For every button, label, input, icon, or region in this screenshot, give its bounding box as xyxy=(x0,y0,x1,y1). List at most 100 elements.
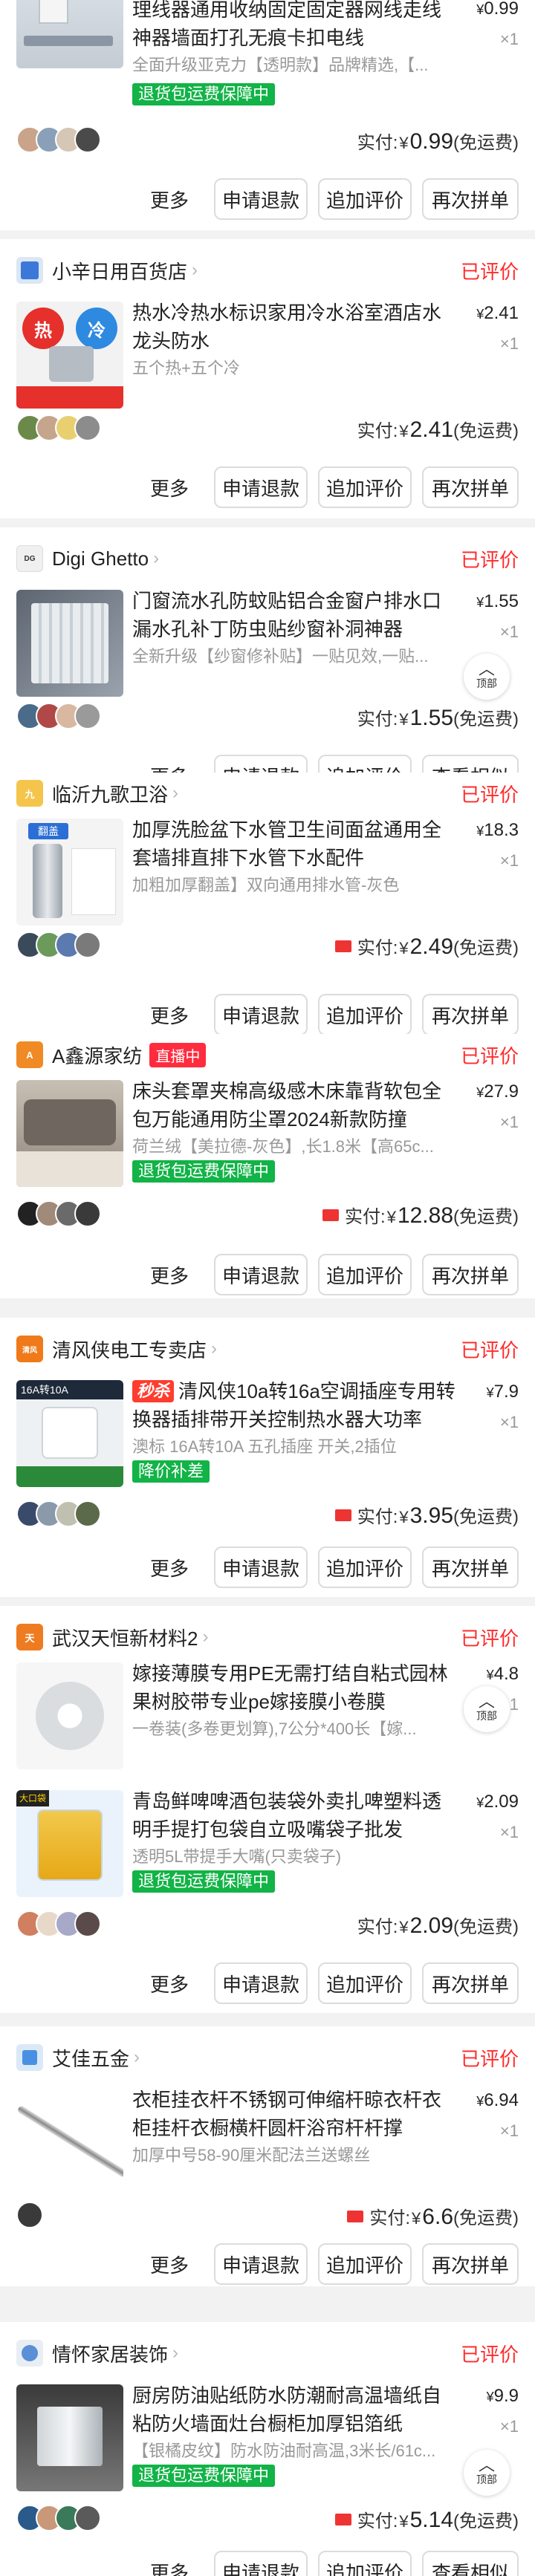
product-spec: 一卷装(多卷更划算),7公分*400长【嫁... xyxy=(132,1720,417,1738)
add-review-button[interactable]: 追加评价 xyxy=(318,178,412,220)
request-refund-button[interactable]: 申请退款 xyxy=(214,2551,308,2576)
group-avatars xyxy=(16,414,101,444)
product-title[interactable]: 理线器通用收纳固定固定器网线走线神器墙面打孔无痕卡扣电线 xyxy=(132,0,459,52)
request-refund-button[interactable]: 申请退款 xyxy=(214,466,308,508)
reorder-button[interactable]: 再次拼单 xyxy=(422,994,519,1035)
product-thumbnail[interactable]: 热 冷 xyxy=(16,302,123,409)
chevron-right-icon: › xyxy=(202,1627,209,1647)
shop-header[interactable]: A A鑫源家纺 直播中 已评价 xyxy=(16,1034,519,1076)
product-spec: 澳标 16A转10A 五孔插座 开关,2插位 xyxy=(132,1437,397,1456)
reorder-button[interactable]: 再次拼单 xyxy=(422,1254,519,1295)
unit-price: ¥27.9 xyxy=(476,1082,519,1102)
unit-price: ¥9.9 xyxy=(486,2386,519,2406)
add-review-button[interactable]: 追加评价 xyxy=(318,2243,412,2285)
back-to-top-button[interactable]: ︿ 顶部 xyxy=(464,1686,510,1732)
product-thumbnail[interactable] xyxy=(16,1662,123,1769)
product-thumbnail[interactable] xyxy=(16,2089,123,2196)
request-refund-button[interactable]: 申请退款 xyxy=(214,1546,308,1588)
order-status: 已评价 xyxy=(460,1044,519,1067)
product-title[interactable]: 秒杀 清风侠10a转16a空调插座专用转换器插排带开关控制热水器大功率 xyxy=(132,1377,459,1434)
product-title[interactable]: 嫁接薄膜专用PE无需打结自粘式园林果树胶带专业pe嫁接膜小卷膜 xyxy=(132,1659,459,1716)
more-button[interactable]: 更多 xyxy=(135,2243,204,2285)
chevron-right-icon: › xyxy=(153,548,160,568)
add-review-button[interactable]: 追加评价 xyxy=(318,466,412,508)
product-thumbnail[interactable] xyxy=(16,0,123,68)
product-thumbnail[interactable]: 翻盖 xyxy=(16,819,123,926)
request-refund-button[interactable]: 申请退款 xyxy=(214,994,308,1035)
product-title[interactable]: 门窗流水孔防蚊贴铝合金窗户排水口漏水孔补丁防虫贴纱窗补洞神器 xyxy=(132,587,459,643)
product-thumbnail[interactable]: 16A转10A xyxy=(16,1380,123,1487)
live-badge[interactable]: 直播中 xyxy=(149,1042,207,1067)
group-avatars xyxy=(16,1910,101,1940)
group-avatars xyxy=(16,126,101,156)
red-packet-icon xyxy=(347,2211,364,2222)
more-button[interactable]: 更多 xyxy=(135,1254,204,1295)
request-refund-button[interactable]: 申请退款 xyxy=(214,1254,308,1295)
product-title[interactable]: 厨房防油贴纸防水防潮耐高温墙纸自粘防火墙面灶台橱柜加厚铝箔纸 xyxy=(132,2381,459,2438)
shop-header[interactable]: 艾佳五金 › 已评价 xyxy=(16,2037,519,2078)
shop-header[interactable]: 情怀家居装饰 › 已评价 xyxy=(16,2332,519,2374)
reorder-button[interactable]: 再次拼单 xyxy=(422,2243,519,2285)
unit-price: ¥18.3 xyxy=(476,820,519,840)
more-button[interactable]: 更多 xyxy=(135,1546,204,1588)
more-button[interactable]: 更多 xyxy=(135,466,204,508)
shop-logo-icon xyxy=(22,2345,38,2361)
shop-header[interactable]: 九 临沂九歌卫浴 › 已评价 xyxy=(16,773,519,814)
shop-name[interactable]: 清风侠电工专卖店 xyxy=(52,1336,207,1363)
reorder-button[interactable]: 再次拼单 xyxy=(422,1546,519,1588)
view-similar-button[interactable]: 查看相似 xyxy=(422,2551,519,2576)
back-to-top-button[interactable]: ︿ 顶部 xyxy=(464,654,510,700)
order-actions: 更多 申请退款 追加评价 再次拼单 xyxy=(125,466,519,508)
add-review-button[interactable]: 追加评价 xyxy=(318,1254,412,1295)
order-status: 已评价 xyxy=(460,260,519,283)
more-button[interactable]: 更多 xyxy=(135,755,204,773)
product-title[interactable]: 热水冷热水标识家用冷水浴室酒店水龙头防水 xyxy=(132,299,459,355)
add-review-button[interactable]: 追加评价 xyxy=(318,755,412,773)
product-title[interactable]: 床头套罩夹棉高级感木床靠背软包全包万能通用防尘罩2024新款防撞 xyxy=(132,1077,459,1133)
product-thumbnail[interactable] xyxy=(16,2384,123,2491)
request-refund-button[interactable]: 申请退款 xyxy=(214,178,308,220)
product-title[interactable]: 衣柜挂衣杆不锈钢可伸缩杆晾衣杆衣柜挂杆衣橱横杆圆杆浴帘杆杆撑 xyxy=(132,2086,459,2142)
add-review-button[interactable]: 追加评价 xyxy=(318,2551,412,2576)
quantity: ×1 xyxy=(499,1413,519,1431)
request-refund-button[interactable]: 申请退款 xyxy=(214,755,308,773)
view-similar-button[interactable]: 查看相似 xyxy=(422,755,519,773)
shop-name[interactable]: A鑫源家纺 xyxy=(52,1041,142,1069)
chevron-up-icon: ︿ xyxy=(478,2456,495,2474)
shop-header[interactable]: 小辛日用百货店 › 已评价 xyxy=(16,250,519,291)
shop-name[interactable]: 临沂九歌卫浴 xyxy=(52,780,168,807)
shop-name[interactable]: 情怀家居装饰 xyxy=(52,2340,168,2367)
product-thumbnail[interactable]: 大口袋 xyxy=(16,1790,123,1897)
unit-price: ¥2.09 xyxy=(476,1792,519,1812)
shop-header[interactable]: DG Digi Ghetto › 已评价 xyxy=(16,538,519,579)
more-button[interactable]: 更多 xyxy=(135,1962,204,2004)
product-title[interactable]: 加厚洗脸盆下水管卫生间面盆通用全套墙排直排下水管下水配件 xyxy=(132,816,459,872)
group-avatars xyxy=(16,2202,43,2231)
request-refund-button[interactable]: 申请退款 xyxy=(214,2243,308,2285)
shop-logo: DG xyxy=(16,545,43,572)
shop-name[interactable]: 武汉天恒新材料2 xyxy=(52,1624,198,1651)
order-actions: 更多 申请退款 追加评价 再次拼单 xyxy=(125,1254,519,1295)
more-button[interactable]: 更多 xyxy=(135,2551,204,2576)
reorder-button[interactable]: 再次拼单 xyxy=(422,466,519,508)
shop-name[interactable]: 艾佳五金 xyxy=(52,2044,129,2072)
shop-name[interactable]: Digi Ghetto xyxy=(52,547,149,570)
shop-name[interactable]: 小辛日用百货店 xyxy=(52,257,187,284)
more-button[interactable]: 更多 xyxy=(135,994,204,1035)
shop-header[interactable]: 天 武汉天恒新材料2 › 已评价 xyxy=(16,1616,519,1658)
add-review-button[interactable]: 追加评价 xyxy=(318,1546,412,1588)
product-thumbnail[interactable] xyxy=(16,1080,123,1187)
product-thumbnail[interactable] xyxy=(16,590,123,697)
more-button[interactable]: 更多 xyxy=(135,178,204,220)
reorder-button[interactable]: 再次拼单 xyxy=(422,178,519,220)
request-refund-button[interactable]: 申请退款 xyxy=(214,1962,308,2004)
product-spec: 全面升级亚克力【透明款】品牌精选,【... xyxy=(132,56,429,74)
back-to-top-button[interactable]: ︿ 顶部 xyxy=(464,2450,510,2496)
add-review-button[interactable]: 追加评价 xyxy=(318,1962,412,2004)
shop-logo xyxy=(16,2044,43,2071)
reorder-button[interactable]: 再次拼单 xyxy=(422,1962,519,2004)
product-title[interactable]: 青岛鲜啤啤酒包装袋外卖扎啤塑料透明手提打包袋自立吸嘴袋子批发 xyxy=(132,1787,459,1844)
shop-header[interactable]: 清风 清风侠电工专卖店 › 已评价 xyxy=(16,1328,519,1370)
unit-price: ¥6.94 xyxy=(476,2090,519,2110)
add-review-button[interactable]: 追加评价 xyxy=(318,994,412,1035)
